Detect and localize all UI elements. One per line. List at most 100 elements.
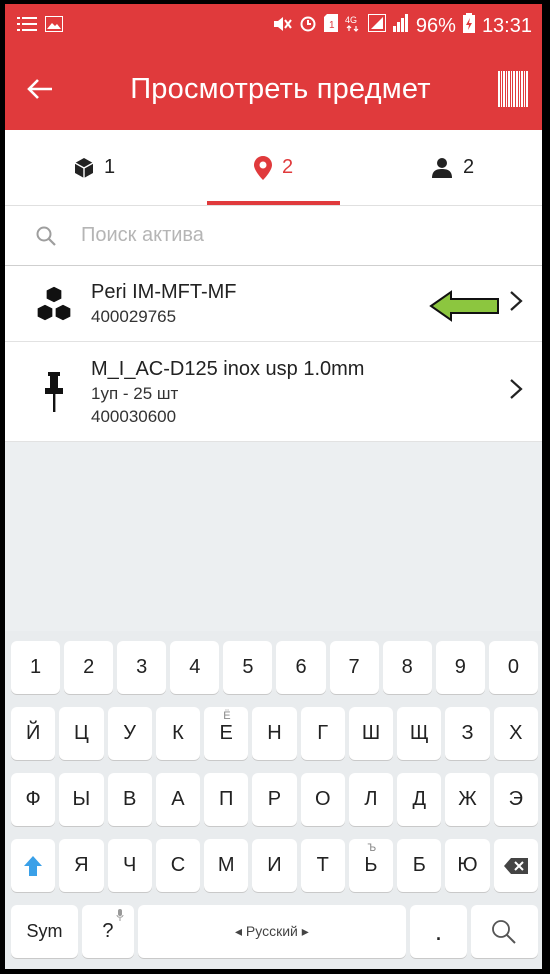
key-label: ?: [102, 920, 114, 942]
key[interactable]: 1: [11, 641, 61, 694]
key-soft-sign[interactable]: ЪЬ: [348, 839, 394, 892]
app-bar: Просмотреть предмет: [5, 48, 542, 130]
item-title: M_I_AC-D125 inox usp 1.0mm: [91, 357, 365, 380]
key[interactable]: Щ: [397, 707, 442, 760]
keyboard-row-2: Й Ц У К ЁЕ Н Г Ш Щ З Х: [11, 707, 538, 760]
svg-text:4G: 4G: [345, 15, 357, 25]
key[interactable]: Х: [493, 707, 538, 760]
mute-icon: [272, 15, 292, 38]
chevron-right-icon[interactable]: [506, 288, 526, 319]
keyboard-row-bottom: Sym ? ◂ Русский ▸ .: [11, 905, 538, 958]
key-hint: Ъ: [367, 842, 377, 854]
key[interactable]: Л: [348, 773, 394, 826]
key[interactable]: 7: [329, 641, 379, 694]
search-icon: [36, 226, 56, 246]
key[interactable]: Г: [300, 707, 345, 760]
cube-icon: [74, 157, 94, 178]
list-item[interactable]: M_I_AC-D125 inox usp 1.0mm 1уп - 25 шт 4…: [5, 342, 542, 442]
keyboard-row-3: Ф Ы В А П Р О Л Д Ж Э: [11, 773, 538, 826]
asset-list: Peri IM-MFT-MF 400029765 M_I_AC-D125 ino…: [5, 266, 542, 442]
key[interactable]: 9: [435, 641, 485, 694]
barcode-scan-button[interactable]: [498, 71, 529, 107]
key[interactable]: 6: [276, 641, 326, 694]
status-left: [17, 15, 63, 38]
question-key[interactable]: ?: [82, 905, 134, 958]
key[interactable]: 3: [117, 641, 167, 694]
key[interactable]: Ж: [445, 773, 490, 826]
keyboard-row-numbers: 1 2 3 4 5 6 7 8 9 0: [11, 641, 538, 694]
tab-bar: 1 2 2: [5, 130, 542, 206]
key[interactable]: Н: [252, 707, 297, 760]
key[interactable]: З: [445, 707, 490, 760]
microphone-icon: [116, 909, 124, 921]
key[interactable]: 2: [64, 641, 114, 694]
shift-key[interactable]: [11, 839, 56, 892]
back-button[interactable]: [27, 72, 77, 106]
key[interactable]: Ю: [445, 839, 490, 892]
key[interactable]: 4: [170, 641, 220, 694]
list-item[interactable]: Peri IM-MFT-MF 400029765: [5, 266, 542, 342]
key[interactable]: Й: [11, 707, 56, 760]
key[interactable]: Б: [397, 839, 442, 892]
tab-items-count: 1: [103, 156, 116, 178]
item-quantity: 1уп - 25 шт: [91, 383, 179, 403]
tab-items[interactable]: 1: [5, 130, 184, 205]
shift-arrow-icon: [24, 855, 43, 876]
backspace-key[interactable]: [493, 839, 538, 892]
key[interactable]: А: [155, 773, 201, 826]
key[interactable]: К: [155, 707, 201, 760]
tab-persons[interactable]: 2: [363, 130, 542, 205]
key[interactable]: Т: [300, 839, 345, 892]
signal-box-icon: [367, 14, 386, 38]
person-icon: [431, 157, 452, 178]
key[interactable]: Д: [397, 773, 442, 826]
network-4g-icon: 4G: [345, 14, 361, 38]
list-item-text: M_I_AC-D125 inox usp 1.0mm 1уп - 25 шт 4…: [91, 356, 506, 428]
key[interactable]: Р: [252, 773, 297, 826]
key[interactable]: 5: [223, 641, 273, 694]
key[interactable]: П: [204, 773, 249, 826]
key[interactable]: Э: [493, 773, 538, 826]
page-title: Просмотреть предмет: [130, 72, 431, 105]
sym-key[interactable]: Sym: [11, 905, 79, 958]
key[interactable]: 0: [488, 641, 538, 694]
key[interactable]: Ч: [107, 839, 152, 892]
key[interactable]: С: [155, 839, 201, 892]
search-input[interactable]: [81, 224, 524, 247]
pushpin-icon: [31, 371, 77, 412]
key[interactable]: В: [107, 773, 152, 826]
location-pin-icon: [253, 155, 272, 180]
battery-level: 96%: [415, 14, 456, 37]
battery-charging-icon: [462, 13, 475, 39]
signal-strength-icon: [392, 14, 409, 38]
key[interactable]: Ы: [59, 773, 104, 826]
image-icon: [45, 15, 63, 38]
sim-icon: 1: [323, 14, 338, 38]
status-right: 1 4G 96% 13:31: [272, 13, 532, 39]
key[interactable]: 8: [382, 641, 432, 694]
chevron-right-icon[interactable]: [506, 376, 526, 407]
green-arrow-annotation-icon: [429, 290, 501, 327]
key[interactable]: М: [204, 839, 249, 892]
period-key[interactable]: .: [410, 905, 467, 958]
menu-list-icon: [17, 15, 37, 38]
key[interactable]: Ш: [348, 707, 394, 760]
key[interactable]: И: [252, 839, 297, 892]
app-screen: 1 4G 96% 13:31 Просмотреть предмет 1 2 2…: [0, 0, 550, 974]
key[interactable]: О: [300, 773, 345, 826]
key[interactable]: Я: [59, 839, 104, 892]
tab-locations-count: 2: [281, 156, 294, 178]
item-number: 400030600: [91, 406, 177, 426]
key-hint: Ё: [223, 710, 231, 722]
cubes-icon: [31, 284, 77, 323]
key[interactable]: Ф: [11, 773, 56, 826]
key[interactable]: У: [107, 707, 152, 760]
key[interactable]: Ц: [59, 707, 104, 760]
key-e[interactable]: ЁЕ: [204, 707, 249, 760]
tab-locations[interactable]: 2: [184, 130, 363, 205]
backspace-icon: [503, 857, 528, 874]
space-key[interactable]: ◂ Русский ▸: [137, 905, 407, 958]
tab-persons-count: 2: [462, 156, 475, 178]
search-key[interactable]: [470, 905, 538, 958]
clock: 13:31: [481, 14, 532, 37]
